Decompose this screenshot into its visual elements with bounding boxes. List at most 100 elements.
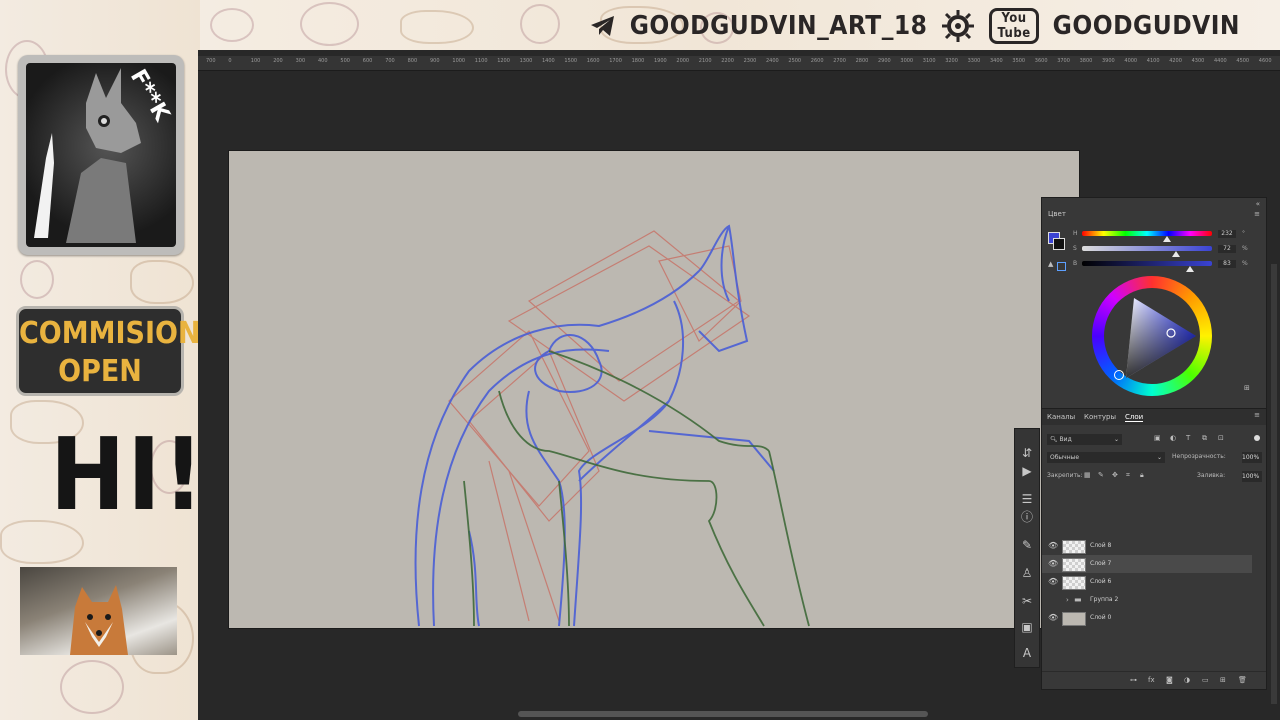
clone-stamp-icon[interactable]: ♙ bbox=[1019, 565, 1035, 581]
history-brush-icon[interactable]: ⇵ bbox=[1019, 445, 1035, 461]
layer-name: Слой 0 bbox=[1090, 614, 1112, 621]
chevron-right-icon[interactable]: › bbox=[1066, 591, 1069, 609]
tab-layers[interactable]: Слои bbox=[1125, 413, 1144, 422]
paths-icon[interactable]: ▣ bbox=[1019, 619, 1035, 635]
ruler-tick-label: 3800 bbox=[1079, 58, 1093, 64]
hue-value[interactable]: 232 bbox=[1218, 230, 1236, 238]
filter-toggle[interactable] bbox=[1254, 435, 1260, 441]
adjustment-layer-icon[interactable]: ◑ bbox=[1184, 676, 1190, 684]
streamer-avatar-frame: F**K bbox=[18, 55, 184, 255]
background-swatch[interactable] bbox=[1053, 238, 1065, 250]
ruler-tick-label: 800 bbox=[407, 58, 418, 64]
telegram-handle: GOODGUDVIN_ART_18 bbox=[629, 11, 928, 41]
visibility-eye-icon[interactable]: 👁︎ bbox=[1048, 537, 1058, 555]
color-panel-title[interactable]: Цвет bbox=[1048, 210, 1066, 218]
expand-wheel-icon[interactable]: ⊞ bbox=[1244, 384, 1250, 392]
layer-row[interactable]: 👁︎ Слой 7 bbox=[1042, 555, 1252, 573]
brightness-slider-knob[interactable] bbox=[1185, 266, 1194, 272]
web-safe-color-icon bbox=[1057, 262, 1066, 271]
opacity-input[interactable]: 100% bbox=[1242, 452, 1262, 463]
layers-panel-menu-icon[interactable]: ≡ bbox=[1254, 411, 1260, 419]
new-group-icon[interactable]: ▭ bbox=[1202, 676, 1209, 684]
lock-all-icon[interactable]: 🔒︎ bbox=[1140, 471, 1144, 480]
ruler-tick-label: 0 bbox=[228, 58, 232, 64]
hue-slider-knob[interactable] bbox=[1162, 236, 1171, 242]
ruler-tick-label: 3700 bbox=[1057, 58, 1070, 64]
layer-name: Группа 2 bbox=[1090, 596, 1119, 603]
saturation-value[interactable]: 72 bbox=[1218, 245, 1236, 253]
layer-row[interactable]: › ▬ Группа 2 bbox=[1042, 591, 1252, 609]
ruler-tick-label: 3600 bbox=[1034, 58, 1048, 64]
visibility-eye-icon[interactable]: 👁︎ bbox=[1048, 555, 1058, 573]
ruler-tick-label: 600 bbox=[362, 58, 373, 64]
avatar: F**K bbox=[26, 63, 176, 247]
layer-style-icon[interactable]: fx bbox=[1148, 676, 1155, 684]
ruler-tick-label: 2700 bbox=[833, 58, 846, 64]
ruler-tick-label: 1000 bbox=[452, 58, 466, 64]
ruler-tick-label: 1100 bbox=[474, 58, 488, 64]
social-handles: GOODGUDVIN_ART_18 You Tube GOODGUDVIN bbox=[590, 8, 1240, 44]
hue-ring-marker[interactable] bbox=[1114, 370, 1124, 380]
gamut-warning-icon: ▲ bbox=[1048, 260, 1054, 268]
gear-sun-icon bbox=[942, 10, 975, 42]
tab-channels[interactable]: Каналы bbox=[1047, 413, 1075, 421]
lock-artboard-icon[interactable]: ⌗ bbox=[1126, 471, 1130, 480]
fox-icon bbox=[70, 585, 128, 655]
layer-thumbnail bbox=[1062, 540, 1086, 554]
tab-paths[interactable]: Контуры bbox=[1084, 413, 1116, 421]
filter-text-icon[interactable]: T bbox=[1186, 434, 1190, 442]
saturation-unit: % bbox=[1242, 245, 1248, 252]
fill-input[interactable]: 100% bbox=[1242, 471, 1262, 482]
lock-transparent-icon[interactable]: ▦ bbox=[1084, 471, 1091, 479]
collapse-panel-icon[interactable]: « bbox=[1256, 200, 1260, 208]
blend-mode-select[interactable]: Обычные ⌄ bbox=[1047, 452, 1165, 463]
saturation-slider[interactable] bbox=[1082, 246, 1212, 251]
lock-position-icon[interactable]: ✥ bbox=[1112, 471, 1118, 479]
drawing-canvas[interactable] bbox=[228, 150, 1080, 629]
visibility-eye-icon[interactable]: 👁︎ bbox=[1048, 609, 1058, 627]
color-panel: Цвет « ≡ ▲ H 232 ° S 72 % B 83 % ⊞ bbox=[1041, 197, 1267, 409]
info-icon[interactable]: ⓘ bbox=[1019, 509, 1035, 525]
link-layers-icon[interactable]: ⊶ bbox=[1130, 676, 1137, 684]
layer-row[interactable]: 👁︎ Слой 0 bbox=[1042, 609, 1252, 627]
brush-icon[interactable]: ✎ bbox=[1019, 537, 1035, 553]
filter-pixel-icon[interactable]: ▣ bbox=[1154, 434, 1161, 442]
hue-slider[interactable] bbox=[1082, 231, 1212, 236]
chevron-down-icon: ⌄ bbox=[1156, 454, 1162, 461]
panel-tool-strip: ⇵ ▶ ☰ ⓘ ✎ ♙ ✂ ▣ A bbox=[1014, 428, 1040, 668]
ruler-tick-label: 700 bbox=[206, 58, 216, 64]
saturation-slider-knob[interactable] bbox=[1171, 251, 1180, 257]
horizontal-scrollbar[interactable] bbox=[518, 711, 928, 717]
character-text-icon[interactable]: A bbox=[1019, 645, 1035, 661]
layer-row[interactable]: 👁︎ Слой 8 bbox=[1042, 537, 1252, 555]
delete-layer-icon[interactable]: 🗑︎ bbox=[1238, 676, 1247, 684]
lock-image-icon[interactable]: ✎ bbox=[1098, 471, 1104, 479]
adjustments-icon[interactable]: ☰ bbox=[1019, 491, 1035, 507]
play-action-icon[interactable]: ▶ bbox=[1019, 463, 1035, 479]
layer-filter-select[interactable]: 🔍︎ Вид ⌄ bbox=[1047, 434, 1122, 445]
ruler-tick-label: 2100 bbox=[698, 58, 712, 64]
ruler-tick-label: 1200 bbox=[497, 58, 510, 64]
ruler-tick-label: 4000 bbox=[1124, 58, 1138, 64]
panel-menu-icon[interactable]: ≡ bbox=[1254, 210, 1260, 218]
ruler-tick-label: 4100 bbox=[1146, 58, 1160, 64]
color-wheel[interactable] bbox=[1092, 276, 1212, 396]
ruler-tick-label: 2200 bbox=[721, 58, 734, 64]
layer-mask-icon[interactable]: ◙ bbox=[1166, 676, 1173, 684]
filter-shape-icon[interactable]: ⧉ bbox=[1202, 434, 1207, 443]
filter-smart-icon[interactable]: ⊡ bbox=[1218, 434, 1224, 442]
filter-adjust-icon[interactable]: ◐ bbox=[1170, 434, 1176, 442]
ruler-tick-label: 1800 bbox=[631, 58, 645, 64]
new-layer-icon[interactable]: ⊞ bbox=[1220, 676, 1226, 684]
brightness-value[interactable]: 83 bbox=[1218, 260, 1236, 268]
scissors-icon[interactable]: ✂ bbox=[1019, 593, 1035, 609]
vertical-scrollbar[interactable] bbox=[1271, 264, 1277, 704]
layer-row[interactable]: 👁︎ Слой 6 bbox=[1042, 573, 1252, 591]
ruler-tick-label: 4200 bbox=[1169, 58, 1182, 64]
ruler-tick-label: 2900 bbox=[878, 58, 891, 64]
layers-panel: Каналы Контуры Слои ≡ 🔍︎ Вид ⌄ ▣ ◐ T ⧉ ⊡… bbox=[1041, 408, 1267, 690]
visibility-eye-icon[interactable]: 👁︎ bbox=[1048, 573, 1058, 591]
layer-thumbnail bbox=[1062, 612, 1086, 626]
ruler-tick-label: 2500 bbox=[788, 58, 802, 64]
ruler-tick-label: 2400 bbox=[766, 58, 779, 64]
